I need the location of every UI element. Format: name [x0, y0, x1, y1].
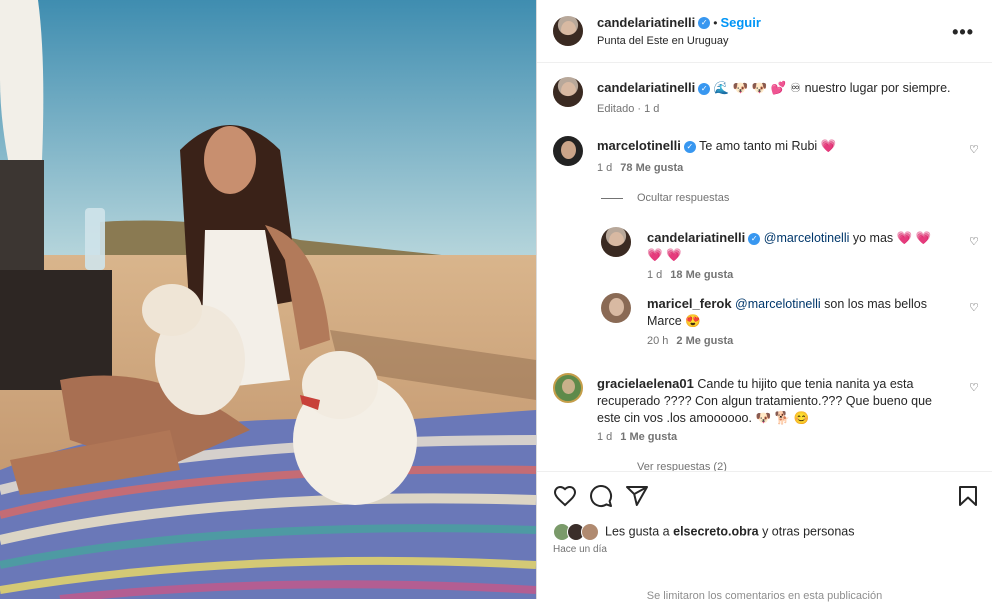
verified-badge-icon: ✓: [698, 16, 711, 29]
post-photo[interactable]: [0, 0, 536, 599]
reply-avatar[interactable]: [601, 227, 631, 257]
hide-replies-button[interactable]: Ocultar respuestas: [601, 192, 729, 204]
hide-replies-label: Ocultar respuestas: [637, 192, 730, 204]
comment-like-heart-icon[interactable]: ♡: [969, 143, 979, 156]
reply-avatar[interactable]: [601, 293, 631, 323]
caption-emojis: 🌊 🐶 🐶 💕 ♾: [713, 81, 802, 95]
post-header: candelariatinelli ✓ • Seguir Punta del Este…: [537, 0, 992, 63]
divider-line: [601, 197, 623, 199]
author-username[interactable]: candelariatinelli: [597, 15, 695, 30]
more-horizontal-icon[interactable]: •••: [952, 22, 974, 43]
reply-like-heart-icon[interactable]: ♡: [969, 301, 979, 314]
comment-likes[interactable]: 78 Me gusta: [620, 162, 683, 174]
reply-likes[interactable]: 18 Me gusta: [670, 269, 733, 281]
reply-meta: 20 h 2 Me gusta: [647, 335, 733, 347]
instagram-post: candelariatinelli ✓ • Seguir Punta del Este…: [0, 0, 992, 602]
likes-user[interactable]: elsecreto.obra: [673, 524, 758, 538]
comment-item: gracielaelena01 Cande tu hijito que teni…: [597, 375, 957, 427]
caption-meta: Editado · 1 d: [597, 103, 660, 115]
comment-emoji: 🐶 🐕 😊: [755, 411, 810, 425]
reply-mention[interactable]: @marcelotinelli: [764, 231, 850, 245]
comment-time: 1 d: [597, 162, 613, 174]
comment-emoji: 💗: [820, 139, 837, 153]
comment-meta: 1 d 1 Me gusta: [597, 431, 677, 443]
heart-icon[interactable]: [553, 484, 577, 508]
comments-limited-notice: Se limitaron los comentarios en esta pub…: [646, 590, 883, 602]
comment-avatar[interactable]: [553, 373, 583, 403]
reply-time: 1 d: [647, 269, 663, 281]
caption: candelariatinelli ✓ 🌊 🐶 🐶 💕 ♾ nuestro lug…: [597, 79, 977, 97]
comment-like-heart-icon[interactable]: ♡: [969, 381, 979, 394]
comment-item: marcelotinelli ✓ Te amo tanto mi Rubi 💗: [597, 137, 957, 155]
reply-emoji: 😍: [685, 314, 701, 328]
view-replies-label: Ver respuestas (2): [637, 461, 727, 471]
caption-avatar[interactable]: [553, 77, 583, 107]
likes-prefix: Les gusta a: [605, 524, 670, 539]
post-location[interactable]: Punta del Este en Uruguay: [597, 35, 728, 47]
post-actions: Les gusta a elsecreto.obra y otras perso…: [537, 471, 992, 602]
follow-button[interactable]: Seguir: [720, 15, 760, 30]
likes-suffix: y otras personas: [762, 524, 855, 539]
verified-badge-icon: ✓: [698, 82, 711, 95]
separator-dot: •: [713, 16, 718, 30]
bookmark-icon[interactable]: [956, 484, 980, 508]
reply-time: 20 h: [647, 335, 669, 347]
comment-likes[interactable]: 1 Me gusta: [620, 431, 677, 443]
reply-item: candelariatinelli ✓ @marcelotinelli yo ma…: [647, 229, 947, 264]
likes-summary[interactable]: Les gusta a elsecreto.obra y otras perso…: [553, 523, 855, 541]
reply-item: maricel_ferok @marcelotinelli son los ma…: [647, 295, 957, 330]
view-replies-button[interactable]: Ver respuestas (2): [637, 461, 727, 471]
reply-like-heart-icon[interactable]: ♡: [969, 235, 979, 248]
comment-username[interactable]: gracielaelena01: [597, 376, 694, 391]
reply-username[interactable]: maricel_ferok: [647, 296, 732, 311]
comment-username[interactable]: marcelotinelli: [597, 138, 681, 153]
reply-username[interactable]: candelariatinelli: [647, 230, 745, 245]
reply-mention[interactable]: @marcelotinelli: [735, 297, 821, 311]
reply-text: yo mas: [852, 231, 894, 245]
post-side-panel: candelariatinelli ✓ • Seguir Punta del Este…: [536, 0, 992, 602]
verified-badge-icon: ✓: [748, 232, 761, 245]
liker-avatars: [553, 523, 601, 541]
post-timestamp[interactable]: Hace un día: [553, 544, 607, 555]
author-avatar[interactable]: [553, 16, 583, 46]
comment-avatar[interactable]: [553, 136, 583, 166]
comment-meta: 1 d 78 Me gusta: [597, 162, 683, 174]
verified-badge-icon: ✓: [683, 140, 696, 153]
beach-scene-illustration: [0, 0, 536, 599]
share-icon[interactable]: [625, 484, 649, 508]
comment-icon[interactable]: [589, 484, 613, 508]
reply-likes[interactable]: 2 Me gusta: [676, 335, 733, 347]
comment-text: Te amo tanto mi Rubi: [699, 139, 818, 153]
caption-username[interactable]: candelariatinelli: [597, 80, 695, 95]
reply-meta: 1 d 18 Me gusta: [647, 269, 733, 281]
comments-section[interactable]: candelariatinelli ✓ 🌊 🐶 🐶 💕 ♾ nuestro lug…: [537, 63, 992, 471]
comment-time: 1 d: [597, 431, 613, 443]
caption-text: nuestro lugar por siempre.: [804, 81, 951, 95]
